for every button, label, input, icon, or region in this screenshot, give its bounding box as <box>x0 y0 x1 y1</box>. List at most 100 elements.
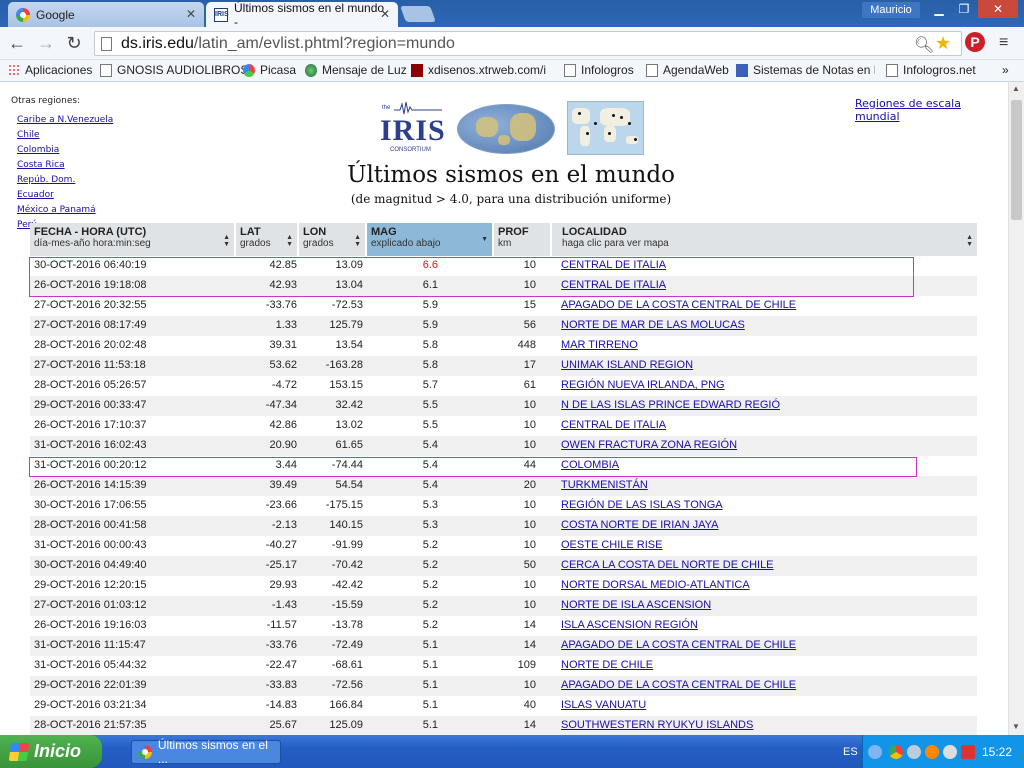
cell-lon: 140.15 <box>329 519 363 531</box>
bookmarks-overflow-icon[interactable]: » <box>1002 63 1009 77</box>
header-prof[interactable]: PROF km <box>494 223 552 256</box>
location-link[interactable]: NORTE DE MAR DE LAS MOLUCAS <box>561 319 745 331</box>
location-link[interactable]: APAGADO DE LA COSTA CENTRAL DE CHILE <box>561 639 796 651</box>
table-row: 28-OCT-2016 20:02:48 39.31 13.54 5.8 448 MAR … <box>30 336 977 356</box>
taskbar-item-chrome[interactable]: Últimos sismos en el ... <box>131 738 281 766</box>
location-link[interactable]: REGIÓN NUEVA IRLANDA, PNG <box>561 379 725 391</box>
bookmark-picasa[interactable]: Picasa <box>243 63 296 77</box>
cell-lat: 39.31 <box>269 339 297 351</box>
location-link[interactable]: CERCA LA COSTA DEL NORTE DE CHILE <box>561 559 774 571</box>
location-link[interactable]: NORTE DE ISLA ASCENSION <box>561 599 711 611</box>
scroll-down-icon[interactable]: ▼ <box>1012 722 1020 731</box>
chrome-tray-icon[interactable] <box>889 745 903 759</box>
cell-mag: 5.3 <box>422 499 438 511</box>
picasa-icon <box>243 63 255 77</box>
bookmark-gnosis[interactable]: GNOSIS AUDIOLIBROS <box>100 63 248 77</box>
cell-date: 31-OCT-2016 00:00:43 <box>34 539 147 551</box>
region-link-chile[interactable]: Chile <box>17 128 113 143</box>
location-link[interactable]: TURKMENISTÁN <box>561 479 648 491</box>
globe-image[interactable] <box>457 104 555 154</box>
maximize-button[interactable]: ❐ <box>953 0 975 18</box>
location-link[interactable]: OESTE CHILE RISE <box>561 539 662 551</box>
location-link[interactable]: SOUTHWESTERN RYUKYU ISLANDS <box>561 719 753 731</box>
location-link[interactable]: APAGADO DE LA COSTA CENTRAL DE CHILE <box>561 299 796 311</box>
volume-icon[interactable] <box>943 745 957 759</box>
location-link[interactable]: OWEN FRACTURA ZONA REGIÓN <box>561 439 737 451</box>
region-link-caribe[interactable]: Caribe a N.Venezuela <box>17 113 113 128</box>
url-text[interactable]: ds.iris.edu/latin_am/evlist.phtml?region… <box>121 35 455 53</box>
table-row: 27-OCT-2016 01:03:12 -1.43 -15.59 5.2 10 NORT… <box>30 596 977 616</box>
cell-lon: -91.99 <box>331 539 363 551</box>
back-button[interactable]: ← <box>6 32 28 54</box>
cell-mag: 5.1 <box>422 639 438 651</box>
header-fecha[interactable]: FECHA - HORA (UTC) día-mes-año hora:min:… <box>30 223 236 256</box>
scroll-up-icon[interactable]: ▲ <box>1012 84 1020 93</box>
windows-flag-icon <box>8 742 30 761</box>
scrollbar-thumb[interactable] <box>1011 100 1022 220</box>
cell-lat: -23.66 <box>265 499 297 511</box>
cell-mag: 5.4 <box>422 479 438 491</box>
user-profile-button[interactable]: Mauricio <box>862 2 920 18</box>
tab-google[interactable]: Google ✕ <box>8 2 204 27</box>
shield-icon[interactable] <box>961 745 975 759</box>
cell-date: 29-OCT-2016 22:01:39 <box>34 679 147 691</box>
bookmark-agendaweb[interactable]: AgendaWeb <box>646 63 729 77</box>
header-lon[interactable]: LON grados ▲ ▼ <box>299 223 367 256</box>
cell-lat: -2.13 <box>271 519 297 531</box>
header-localidad[interactable]: LOCALIDAD haga clic para ver mapa ▲ ▼ <box>552 223 977 256</box>
bookmark-star-icon[interactable]: ★ <box>935 33 951 54</box>
forward-button[interactable]: → <box>35 32 57 54</box>
header-lat[interactable]: LAT grados ▲ ▼ <box>236 223 299 256</box>
bookmark-notas[interactable]: Sistemas de Notas en Lí <box>736 63 875 77</box>
region-link-colombia[interactable]: Colombia <box>17 143 113 158</box>
location-link[interactable]: ISLAS VANUATU <box>561 699 646 711</box>
page-title: Últimos sismos en el mundo <box>347 162 675 188</box>
bookmark-apps[interactable]: Aplicaciones <box>8 63 92 77</box>
network-icon[interactable] <box>907 745 921 759</box>
location-link[interactable]: APAGADO DE LA COSTA CENTRAL DE CHILE <box>561 679 796 691</box>
tab-label: Google <box>36 7 75 22</box>
pinterest-icon[interactable]: P <box>965 32 985 52</box>
table-row: 31-OCT-2016 16:02:43 20.90 61.65 5.4 10 OWEN … <box>30 436 977 456</box>
location-link[interactable]: NORTE DORSAL MEDIO-ATLANTICA <box>561 579 750 591</box>
reload-button[interactable]: ↻ <box>63 32 85 54</box>
avast-icon[interactable] <box>925 745 939 759</box>
cell-lat: -40.27 <box>265 539 297 551</box>
close-icon[interactable]: ✕ <box>380 7 390 21</box>
table-row: 29-OCT-2016 12:20:15 29.93 -42.42 5.2 10 NORT… <box>30 576 977 596</box>
close-icon[interactable]: ✕ <box>186 7 196 21</box>
location-link[interactable]: CENTRAL DE ITALIA <box>561 419 666 431</box>
zoom-icon[interactable]: 🔍︎ <box>914 35 934 55</box>
location-link[interactable]: UNIMAK ISLAND REGION <box>561 359 693 371</box>
world-scale-link[interactable]: Regiones de escala mundial <box>855 97 1008 123</box>
address-bar[interactable]: ds.iris.edu/latin_am/evlist.phtml?region… <box>94 31 962 56</box>
close-window-button[interactable]: ✕ <box>978 0 1018 18</box>
menu-icon[interactable]: ≡ <box>999 34 1008 52</box>
iris-logo[interactable]: the IRIS CONSORTIUM <box>380 100 445 156</box>
page-scrollbar[interactable]: ▲ ▼ <box>1008 82 1024 735</box>
cell-lon: -13.78 <box>331 619 363 631</box>
cell-lon: -175.15 <box>325 499 363 511</box>
cell-prof: 20 <box>523 479 536 491</box>
start-button[interactable]: Inicio <box>0 735 102 768</box>
bookmark-mensaje[interactable]: Mensaje de Luz <box>305 63 407 77</box>
bookmark-xdisenos[interactable]: xdisenos.xtrweb.com/in <box>411 63 546 77</box>
cell-date: 27-OCT-2016 08:17:49 <box>34 319 147 331</box>
cell-lat: -14.83 <box>265 699 297 711</box>
minimize-button[interactable]: ▁ <box>928 0 950 18</box>
location-link[interactable]: NORTE DE CHILE <box>561 659 653 671</box>
language-indicator[interactable]: ES <box>843 746 858 758</box>
location-link[interactable]: REGIÓN DE LAS ISLAS TONGA <box>561 499 723 511</box>
location-link[interactable]: N DE LAS ISLAS PRINCE EDWARD REGIÓ <box>561 399 780 411</box>
header-mag[interactable]: MAG explicado abajo ▼ <box>367 223 494 256</box>
location-link[interactable]: ISLA ASCENSION REGIÓN <box>561 619 698 631</box>
tab-sismos[interactable]: IRIS Últimos sismos en el mundo - ✕ <box>206 1 398 29</box>
tray-arrow-icon[interactable] <box>868 745 882 759</box>
new-tab-button[interactable] <box>400 6 436 22</box>
location-link[interactable]: MAR TIRRENO <box>561 339 638 351</box>
bookmark-infologros-net[interactable]: Infologros.net <box>886 63 976 77</box>
location-link[interactable]: COSTA NORTE DE IRIAN JAYA <box>561 519 719 531</box>
world-map-image[interactable] <box>567 101 644 155</box>
bookmark-infologros[interactable]: Infologros <box>564 63 634 77</box>
cell-date: 28-OCT-2016 20:02:48 <box>34 339 147 351</box>
